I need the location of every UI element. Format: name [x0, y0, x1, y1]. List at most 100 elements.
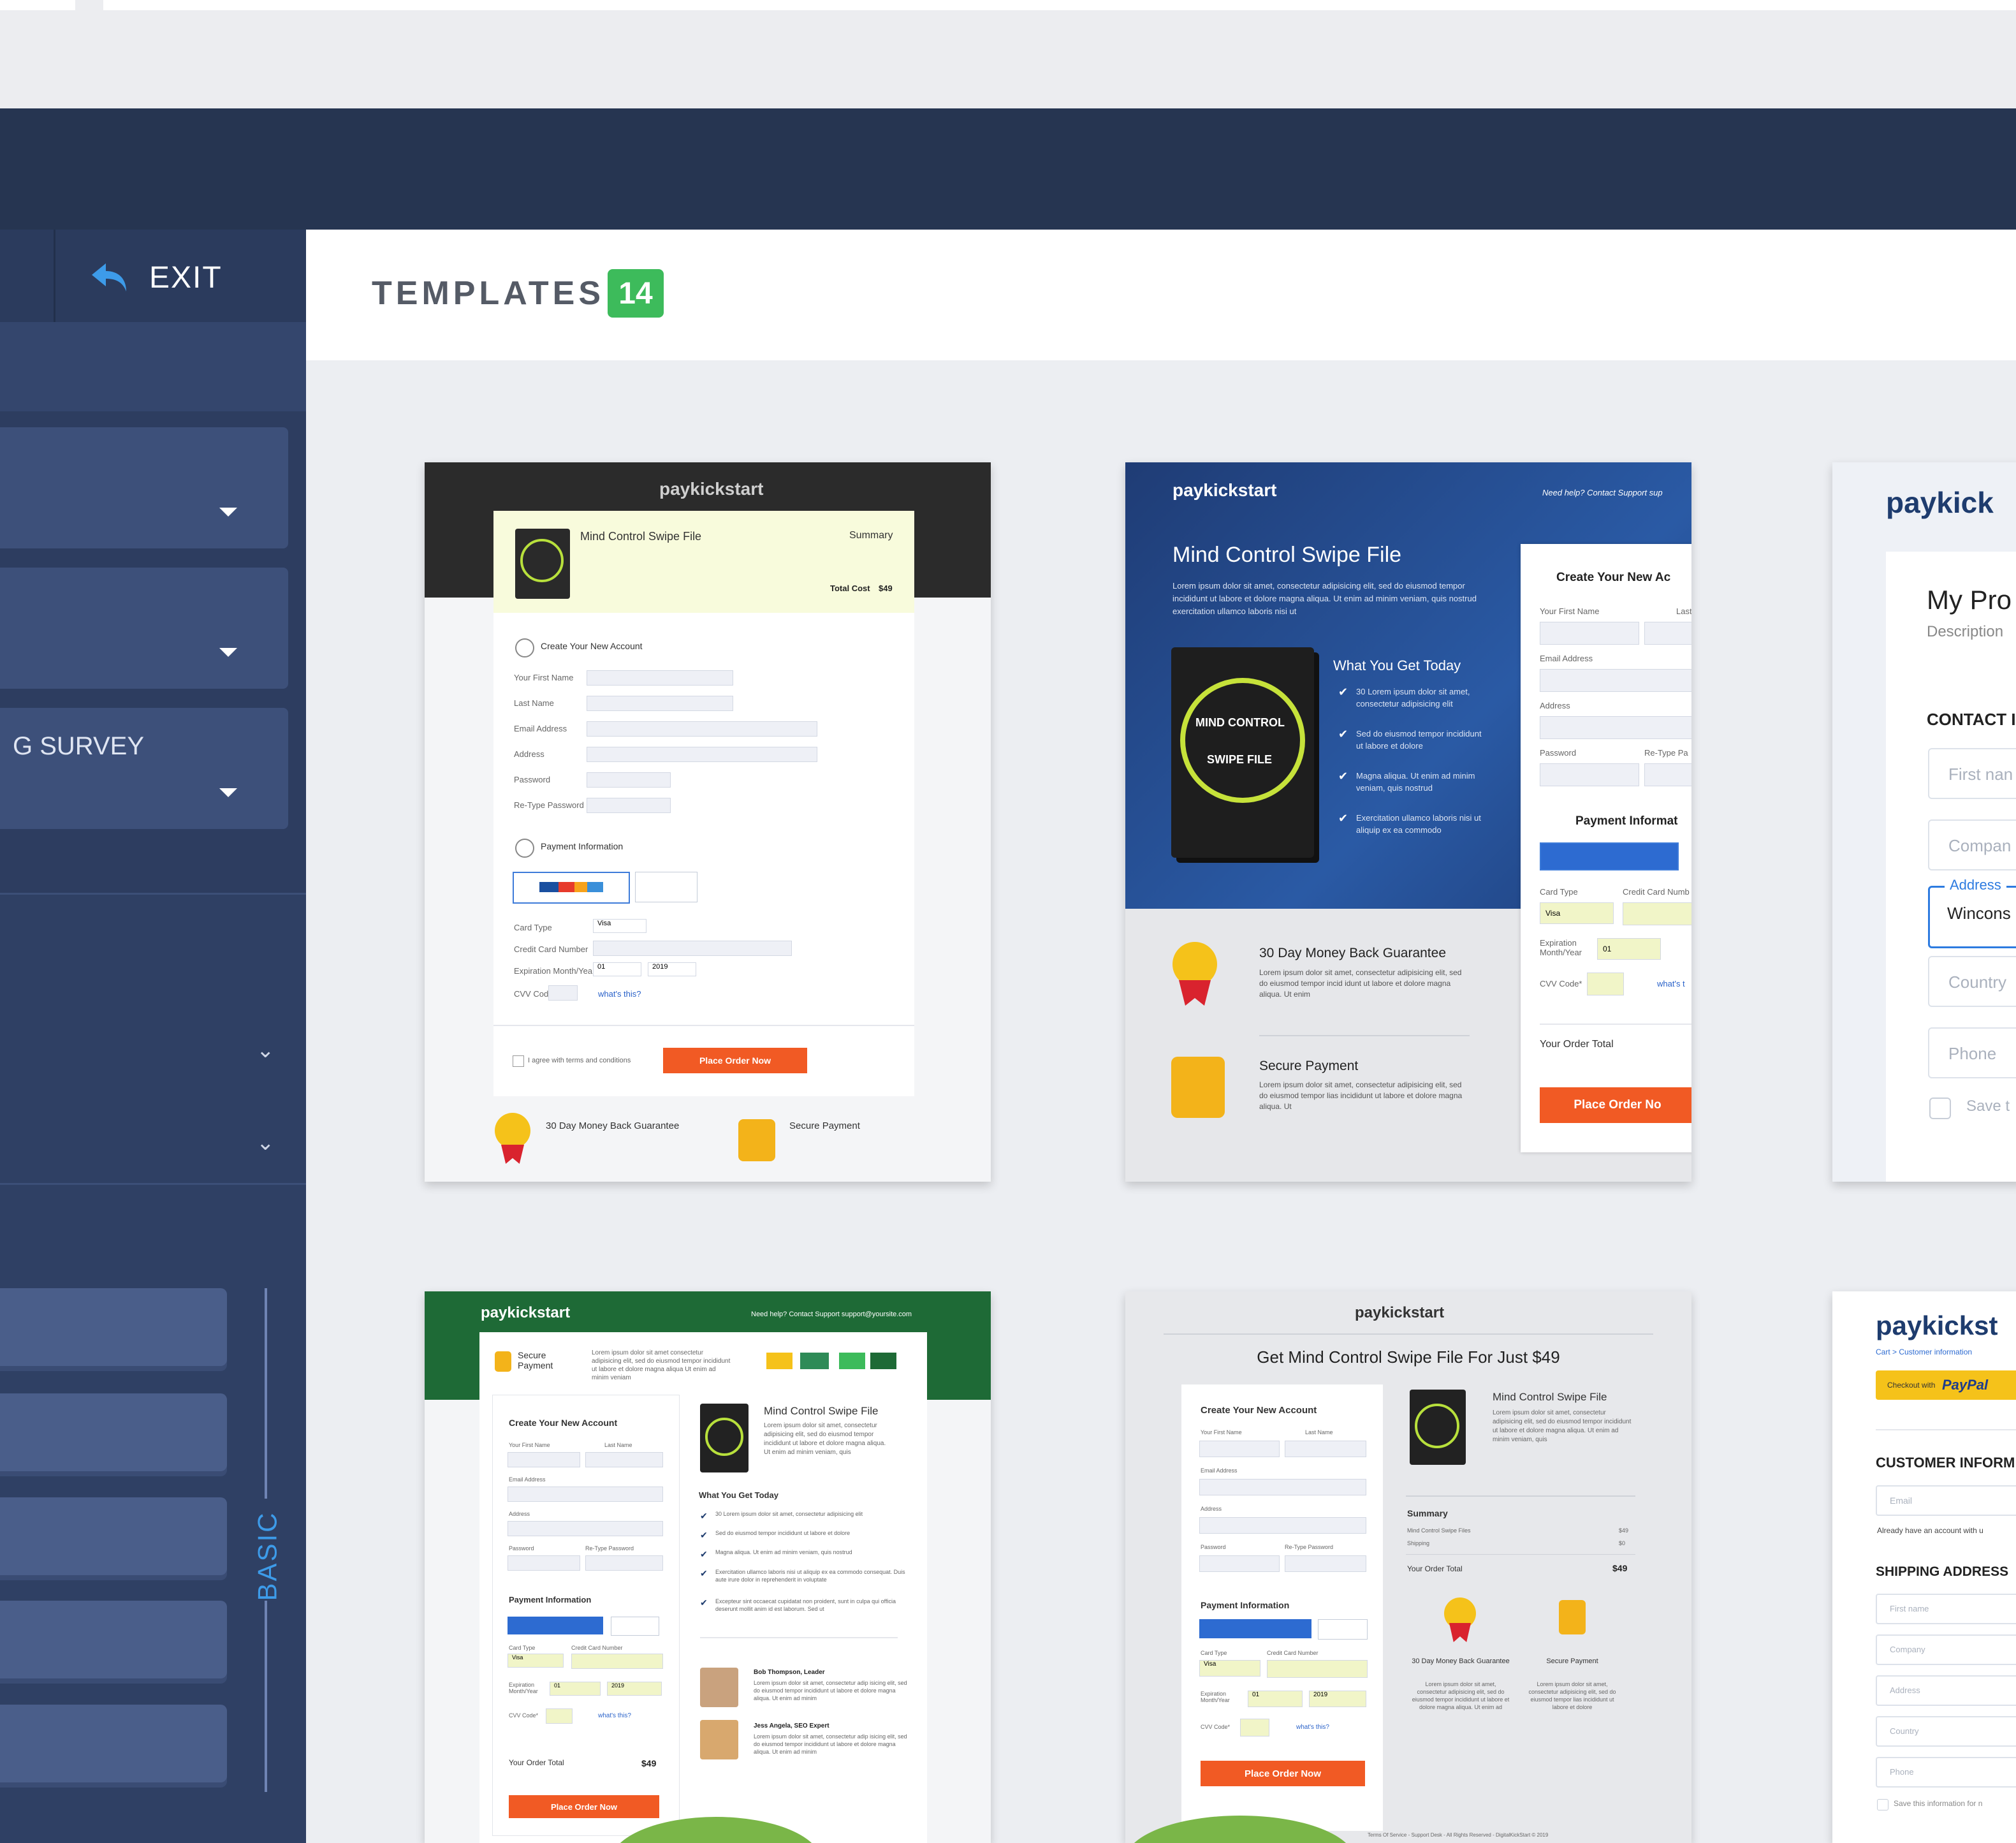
template-card-1[interactable]: paykickstart Mind Control Swipe File Sum…: [425, 462, 991, 1182]
sidebar-dropdown-survey[interactable]: G SURVEY: [0, 708, 288, 829]
chevron-down-icon[interactable]: ⌄: [256, 1039, 275, 1061]
place-order-button[interactable]: Place Order Now: [509, 1795, 659, 1818]
phone-input[interactable]: Phone: [1928, 1027, 2016, 1078]
email-input[interactable]: Email: [1876, 1485, 2016, 1516]
exp-month-select[interactable]: 01: [1248, 1691, 1303, 1707]
last-name-input[interactable]: [585, 1452, 663, 1467]
retype-password-input[interactable]: [587, 798, 671, 813]
form-title: Create Your New Ac: [1556, 571, 1671, 584]
basic-element-item[interactable]: [0, 1601, 227, 1678]
paypal-payment-option[interactable]: [1318, 1619, 1368, 1640]
place-order-button[interactable]: Place Order Now: [663, 1048, 807, 1073]
field-label: Password: [1540, 748, 1577, 758]
sidebar-dropdown-2[interactable]: [0, 568, 288, 689]
email-input[interactable]: [1199, 1479, 1366, 1495]
book-title-line-2: SWIPE FILE: [1207, 753, 1273, 766]
address-input[interactable]: [587, 747, 817, 762]
agree-checkbox[interactable]: [513, 1055, 524, 1067]
chevron-down-icon[interactable]: ⌄: [256, 1132, 275, 1154]
card-number-input[interactable]: [1267, 1660, 1368, 1678]
paykickstart-logo: paykickst: [1876, 1311, 1998, 1340]
address-input[interactable]: Address: [1876, 1675, 2016, 1706]
password-input[interactable]: [508, 1555, 580, 1571]
card-type-select[interactable]: Visa: [593, 919, 646, 933]
summary-heading: Summary: [849, 530, 893, 541]
exp-month-select[interactable]: 01: [550, 1682, 601, 1696]
cvv-input[interactable]: [1587, 973, 1624, 995]
cvv-input[interactable]: [548, 985, 578, 1001]
retype-password-input[interactable]: [1285, 1555, 1366, 1572]
address-input[interactable]: [508, 1521, 663, 1536]
card-type-select[interactable]: Visa: [1199, 1660, 1260, 1677]
company-input[interactable]: Compan: [1928, 819, 2016, 870]
template-card-3[interactable]: paykick My Pro Description CONTACT I Fir…: [1832, 462, 2016, 1182]
first-name-input[interactable]: First nan: [1928, 748, 2016, 799]
first-name-input[interactable]: [1199, 1441, 1280, 1457]
whats-this-link[interactable]: what's this?: [1296, 1724, 1329, 1731]
password-input[interactable]: [1540, 763, 1639, 786]
country-select[interactable]: Country: [1876, 1716, 2016, 1747]
guarantee-badge-icon: [495, 1113, 530, 1149]
card-number-input[interactable]: [593, 941, 792, 956]
template-card-6[interactable]: paykickst Cart > Customer information Ch…: [1832, 1291, 2016, 1843]
place-order-button[interactable]: Place Order No: [1540, 1087, 1691, 1123]
last-name-input[interactable]: [587, 696, 733, 711]
card-number-input[interactable]: [571, 1654, 663, 1669]
save-checkbox[interactable]: [1929, 1098, 1951, 1119]
paypal-payment-option[interactable]: [611, 1617, 659, 1636]
first-name-input[interactable]: First name: [1876, 1594, 2016, 1624]
exp-year-select[interactable]: 2019: [648, 962, 696, 976]
cvv-input[interactable]: [1240, 1719, 1269, 1737]
testimonial-avatar: [700, 1668, 738, 1707]
retype-password-input[interactable]: [585, 1555, 663, 1571]
basic-element-item[interactable]: [0, 1497, 227, 1575]
exit-button[interactable]: EXIT: [89, 255, 223, 300]
exp-month-select[interactable]: 01: [593, 962, 641, 976]
last-name-input[interactable]: [1644, 622, 1691, 645]
basic-element-item[interactable]: [0, 1288, 227, 1366]
sidebar-dropdown-1[interactable]: [0, 427, 288, 548]
field-label: Credit Card Number: [514, 944, 588, 954]
first-name-input[interactable]: [508, 1452, 580, 1467]
trust-badges: [766, 1353, 896, 1369]
card-type-select[interactable]: Visa: [508, 1654, 564, 1668]
basic-element-item[interactable]: [0, 1705, 227, 1782]
template-card-4[interactable]: paykickstart Need help? Contact Support …: [425, 1291, 991, 1843]
email-input[interactable]: [508, 1487, 663, 1502]
what-you-get-title: What You Get Today: [1333, 657, 1461, 673]
card-payment-option[interactable]: [1199, 1619, 1311, 1638]
template-card-2[interactable]: paykickstart Need help? Contact Support …: [1125, 462, 1691, 1182]
card-number-input[interactable]: [1623, 902, 1691, 925]
phone-input[interactable]: Phone: [1876, 1757, 2016, 1788]
card-payment-option[interactable]: [1540, 842, 1679, 870]
paypal-payment-option[interactable]: [635, 872, 698, 902]
place-order-button[interactable]: Place Order Now: [1201, 1761, 1365, 1786]
benefit-item: Magna aliqua. Ut enim ad minim veniam, q…: [1356, 771, 1475, 793]
address-input[interactable]: [1199, 1517, 1366, 1534]
whats-this-link[interactable]: what's this?: [598, 989, 641, 999]
password-input[interactable]: [1199, 1555, 1280, 1572]
save-checkbox[interactable]: [1877, 1799, 1888, 1810]
card-payment-option[interactable]: [508, 1617, 603, 1634]
email-input[interactable]: [587, 721, 817, 737]
retype-password-input[interactable]: [1644, 763, 1691, 786]
exp-year-select[interactable]: 2019: [1309, 1691, 1366, 1707]
card-type-select[interactable]: Visa: [1540, 902, 1614, 924]
card-payment-option[interactable]: [513, 872, 630, 904]
whats-this-link[interactable]: what's t: [1657, 979, 1685, 988]
exp-year-select[interactable]: 2019: [607, 1682, 662, 1696]
paykickstart-logo: paykick: [1886, 486, 1994, 519]
exp-month-select[interactable]: 01: [1597, 938, 1661, 960]
country-select[interactable]: Country: [1928, 956, 2016, 1007]
last-name-input[interactable]: [1285, 1441, 1366, 1457]
first-name-input[interactable]: [1540, 622, 1639, 645]
template-card-5[interactable]: paykickstart Get Mind Control Swipe File…: [1125, 1291, 1691, 1843]
cvv-input[interactable]: [546, 1708, 573, 1724]
company-input[interactable]: Company: [1876, 1634, 2016, 1665]
address-input[interactable]: [1540, 716, 1691, 739]
first-name-input[interactable]: [587, 670, 733, 686]
email-input[interactable]: [1540, 669, 1691, 692]
basic-element-item[interactable]: [0, 1393, 227, 1471]
whats-this-link[interactable]: what's this?: [598, 1712, 631, 1719]
password-input[interactable]: [587, 772, 671, 788]
